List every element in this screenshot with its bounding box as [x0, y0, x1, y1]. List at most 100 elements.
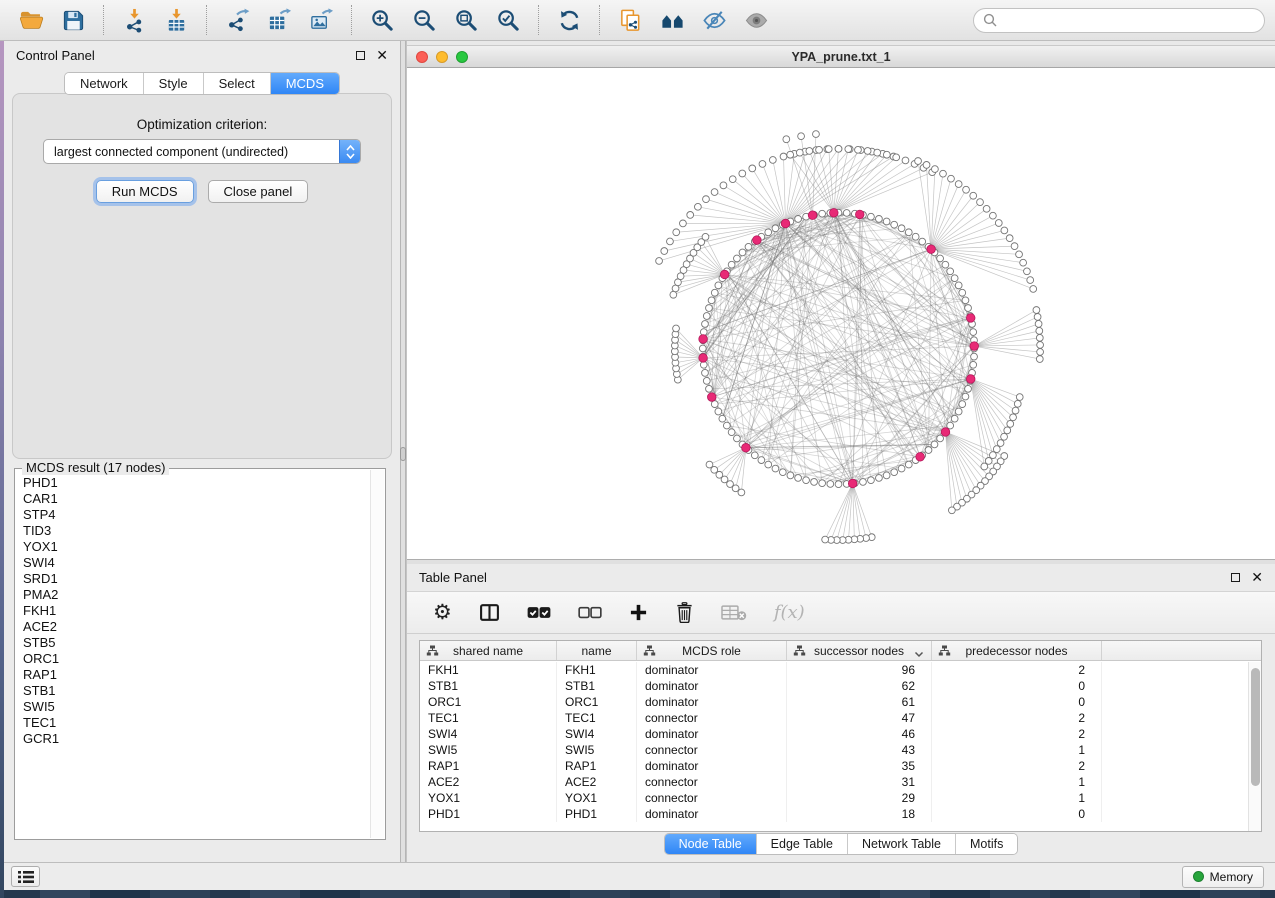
- table-toolbar: ⚙ f(x): [407, 591, 1275, 634]
- criterion-select[interactable]: largest connected component (undirected): [43, 139, 361, 164]
- select-all-button[interactable]: [527, 606, 551, 619]
- run-mcds-button[interactable]: Run MCDS: [96, 180, 194, 203]
- mcds-result-item: FKH1: [23, 603, 367, 619]
- table-cell-name: SWI4: [557, 726, 637, 742]
- zoom-in-button[interactable]: [366, 4, 398, 36]
- table-scrollbar-thumb[interactable]: [1251, 668, 1260, 786]
- deselect-all-button[interactable]: [578, 606, 602, 619]
- table-cell-shared_name: STB1: [420, 678, 557, 694]
- apply-layout-button[interactable]: [553, 4, 585, 36]
- column-header-shared-name[interactable]: shared name: [420, 641, 557, 660]
- mcds-result-item: ORC1: [23, 651, 367, 667]
- show-all-button[interactable]: [740, 4, 772, 36]
- table-cell-predecessor_nodes: 0: [932, 678, 1102, 694]
- task-history-button[interactable]: [11, 866, 40, 887]
- first-neighbors-button[interactable]: [656, 4, 688, 36]
- delete-column-button[interactable]: [675, 602, 694, 623]
- list-icon: [17, 870, 35, 884]
- tab-mcds[interactable]: MCDS: [270, 73, 339, 94]
- table-cell-predecessor_nodes: 1: [932, 790, 1102, 806]
- table-cell-successor_nodes: 96: [787, 662, 932, 678]
- search-field[interactable]: [973, 8, 1265, 33]
- tab-node-table[interactable]: Node Table: [665, 834, 756, 854]
- table-cell-shared_name: TEC1: [420, 710, 557, 726]
- table-cell-mcds_role: dominator: [637, 662, 787, 678]
- close-panel-button[interactable]: Close panel: [208, 180, 309, 203]
- zoom-out-button[interactable]: [408, 4, 440, 36]
- tab-network-table[interactable]: Network Table: [847, 834, 955, 854]
- export-network-icon: [225, 8, 250, 33]
- table-cell-successor_nodes: 29: [787, 790, 932, 806]
- import-network-button[interactable]: [118, 4, 150, 36]
- column-header-filler: [1102, 641, 1261, 660]
- column-header-predecessor-nodes[interactable]: predecessor nodes: [932, 641, 1102, 660]
- table-cell-successor_nodes: 31: [787, 774, 932, 790]
- table-settings-button[interactable]: ⚙: [433, 602, 452, 623]
- network-graph[interactable]: [407, 68, 1275, 559]
- column-header-successor-nodes[interactable]: successor nodes: [787, 641, 932, 660]
- column-header-MCDS-role[interactable]: MCDS role: [637, 641, 787, 660]
- clone-network-button[interactable]: [614, 4, 646, 36]
- zoom-out-icon: [412, 8, 437, 33]
- tab-select[interactable]: Select: [203, 73, 270, 94]
- table-cell-mcds_role: dominator: [637, 678, 787, 694]
- close-table-panel-icon[interactable]: ✕: [1251, 570, 1263, 584]
- mcds-result-group: MCDS result (17 nodes) PHD1CAR1STP4TID3Y…: [14, 468, 386, 840]
- mcds-result-item: SWI4: [23, 555, 367, 571]
- deselect-all-icon: [578, 606, 602, 619]
- table-row[interactable]: RAP1RAP1dominator352: [420, 758, 1248, 774]
- column-label: successor nodes: [814, 644, 904, 658]
- add-column-button[interactable]: [629, 603, 648, 622]
- tab-edge-table[interactable]: Edge Table: [756, 834, 847, 854]
- save-session-button[interactable]: [57, 4, 89, 36]
- table-type-icon: [426, 645, 439, 660]
- table-cell-name: TEC1: [557, 710, 637, 726]
- table-row[interactable]: FKH1FKH1dominator962: [420, 662, 1248, 678]
- table-row[interactable]: STB1STB1dominator620: [420, 678, 1248, 694]
- table-scrollbar-track[interactable]: [1248, 662, 1261, 831]
- column-label: MCDS role: [682, 644, 741, 658]
- float-panel-icon[interactable]: [356, 51, 365, 60]
- table-row[interactable]: ACE2ACE2connector311: [420, 774, 1248, 790]
- open-file-button[interactable]: [15, 4, 47, 36]
- split-panel-button[interactable]: [479, 602, 500, 623]
- search-input[interactable]: [1003, 13, 1255, 27]
- export-network-button[interactable]: [221, 4, 253, 36]
- trash-icon: [675, 602, 694, 623]
- table-row[interactable]: PHD1PHD1dominator180: [420, 806, 1248, 822]
- close-panel-icon[interactable]: ✕: [376, 48, 388, 62]
- table-row[interactable]: SWI5SWI5connector431: [420, 742, 1248, 758]
- table-cell-successor_nodes: 43: [787, 742, 932, 758]
- export-table-icon: [267, 8, 292, 33]
- toolbar-separator: [206, 5, 207, 35]
- tab-network[interactable]: Network: [65, 73, 143, 94]
- node-table: shared namename MCDS role successor nodes p…: [419, 640, 1262, 832]
- tab-style[interactable]: Style: [143, 73, 203, 94]
- float-table-panel-icon[interactable]: [1231, 573, 1240, 582]
- export-image-button[interactable]: [305, 4, 337, 36]
- zoom-selected-button[interactable]: [492, 4, 524, 36]
- table-cell-name: ORC1: [557, 694, 637, 710]
- import-table-button[interactable]: [160, 4, 192, 36]
- table-cell-predecessor_nodes: 2: [932, 758, 1102, 774]
- network-pane: YPA_prune.txt_1 Table Panel ✕ ⚙: [406, 41, 1275, 862]
- network-canvas[interactable]: [407, 68, 1275, 560]
- table-cell-successor_nodes: 18: [787, 806, 932, 822]
- memory-button[interactable]: Memory: [1182, 866, 1264, 888]
- table-cell-filler: [1102, 662, 1248, 678]
- mcds-result-item: SRD1: [23, 571, 367, 587]
- column-header-name[interactable]: name: [557, 641, 637, 660]
- table-row[interactable]: SWI4SWI4dominator462: [420, 726, 1248, 742]
- hide-selected-button[interactable]: [698, 4, 730, 36]
- table-row[interactable]: YOX1YOX1connector291: [420, 790, 1248, 806]
- export-table-button[interactable]: [263, 4, 295, 36]
- mcds-result-item: PMA2: [23, 587, 367, 603]
- table-row[interactable]: ORC1ORC1dominator610: [420, 694, 1248, 710]
- zoom-fit-button[interactable]: [450, 4, 482, 36]
- mcds-result-list: PHD1CAR1STP4TID3YOX1SWI4SRD1PMA2FKH1ACE2…: [23, 475, 367, 835]
- table-row[interactable]: TEC1TEC1connector472: [420, 710, 1248, 726]
- table-cell-name: PHD1: [557, 806, 637, 822]
- tab-motifs[interactable]: Motifs: [955, 834, 1017, 854]
- result-scrollbar-track[interactable]: [370, 470, 384, 838]
- table-cell-shared_name: ACE2: [420, 774, 557, 790]
